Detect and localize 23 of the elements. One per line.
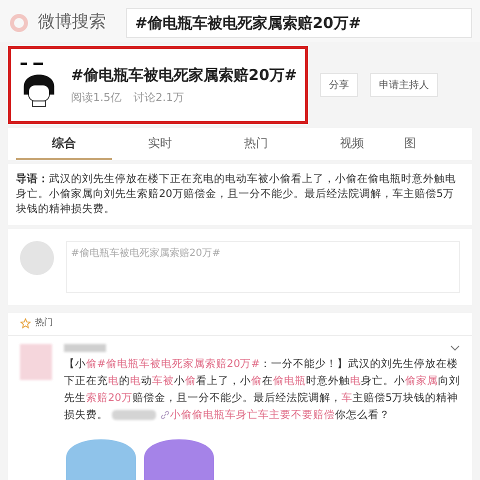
poster-avatar	[20, 344, 52, 380]
star-icon	[20, 318, 31, 330]
topic-title: #偷电瓶车被电死家属索赔20万#	[70, 64, 297, 86]
blurred-source	[112, 410, 156, 420]
logo-icon	[8, 12, 30, 34]
compose-field[interactable]: #偷电瓶车被电死家属索赔20万#	[66, 241, 460, 293]
discussion-count: 讨论2.1万	[133, 90, 184, 106]
search-field[interactable]: #偷电瓶车被电死家属索赔20万#	[126, 8, 472, 38]
topic-button[interactable]: 分享	[320, 73, 358, 97]
tab[interactable]: 实时	[112, 128, 208, 160]
post-text: 【小偷#偷电瓶车被电死家属索赔20万#：一分不能少！】武汉的刘先生停放在楼下正在充电的电动车被小偷看上了，小偷在偷电瓶时意外触电身亡。小偷家属向刘先生索赔20万赔偿金，且一分不能少。最后经法院调解，车主赔偿5万块钱的精神损失费。 小偷偷电瓶车身亡车主要不要赔偿你怎么看？	[64, 356, 460, 422]
section-label: 热门	[35, 317, 53, 330]
chevron-down-icon[interactable]	[450, 344, 460, 350]
guide-text: 导语：武汉的刘先生停放在楼下正在充电的电动车被小偷看上了，小偷在偷电瓶时意外触电身亡。小偷家属向刘先生索赔20万赔偿金，且一分不能少。最后经法院调解，车主赔偿5万块钱的精神损失费。	[16, 172, 457, 217]
tab[interactable]: 图	[400, 128, 420, 160]
tab[interactable]: 视频	[304, 128, 400, 160]
tab[interactable]: 热门	[208, 128, 304, 160]
topic-button[interactable]: 申请主持人	[370, 73, 438, 97]
tab[interactable]: 综合	[16, 128, 112, 160]
user-avatar	[20, 241, 54, 275]
read-count: 阅读1.5亿	[70, 90, 122, 106]
blurred-username	[64, 344, 106, 352]
logo-text: 微博搜索	[38, 11, 107, 34]
